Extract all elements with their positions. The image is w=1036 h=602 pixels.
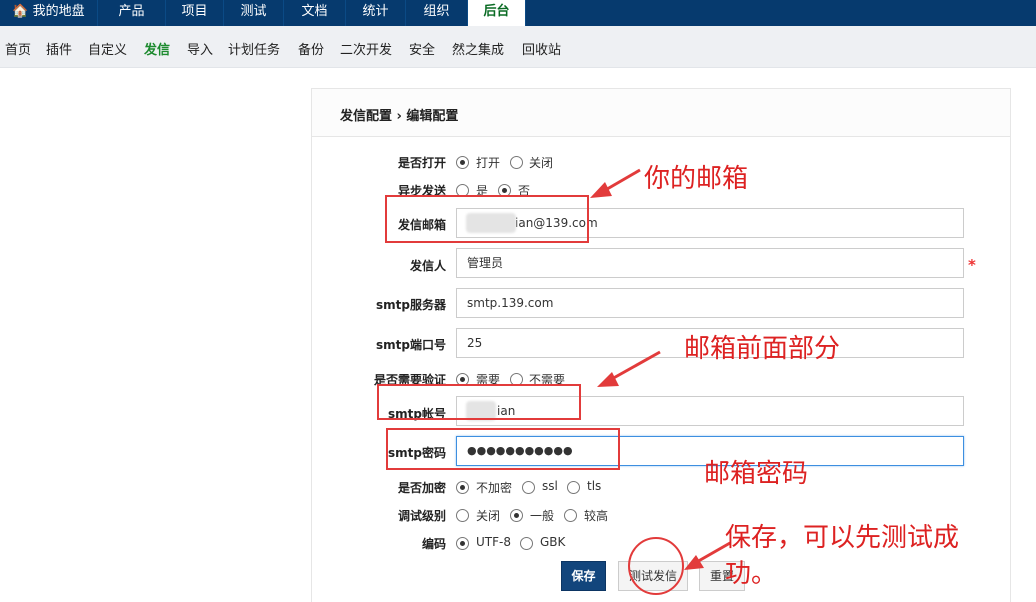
- annotation-mailbox: 你的邮箱: [644, 164, 749, 194]
- arrow-to-mailbox: [590, 168, 641, 198]
- annotation-username: 邮箱前面部分: [684, 334, 841, 364]
- annotation-password: 邮箱密码: [704, 459, 809, 489]
- annotation-arrows: [590, 168, 731, 595]
- annotation-save-tip-1: 保存，可以先测试成: [725, 523, 960, 553]
- arrow-to-test-button: [684, 541, 731, 570]
- annotation-save-tip-2: 功。: [725, 559, 778, 589]
- arrow-to-username: [597, 350, 661, 387]
- circle-test-button: [628, 537, 684, 595]
